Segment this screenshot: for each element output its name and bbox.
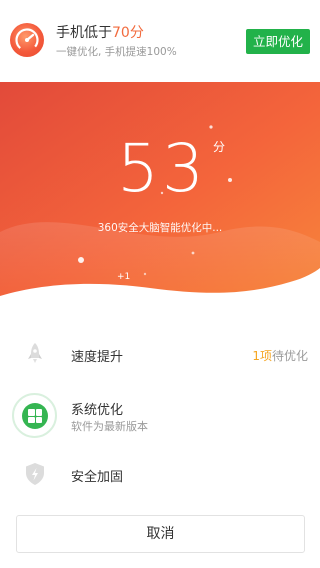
score-value: 53: [117, 130, 207, 207]
list-item-system-optimize[interactable]: 系统优化 软件为最新版本: [0, 388, 320, 444]
security-hardening-title: 安全加固: [71, 470, 124, 485]
optimizing-status: 360安全大脑智能优化中...: [97, 222, 223, 234]
header-bar: 手机低于70分 一键优化, 手机提速100% 立即优化: [0, 0, 320, 82]
speed-boost-pending: 1项待优化: [252, 347, 308, 364]
pending-label: 待优化: [271, 349, 308, 363]
title-prefix: 手机低于: [56, 25, 112, 41]
header-subtitle: 一键优化, 手机提速100%: [56, 46, 177, 58]
speed-boost-title: 速度提升: [71, 350, 124, 365]
system-optimize-subtitle: 软件为最新版本: [71, 420, 148, 433]
shield-lightning-icon: [22, 461, 48, 487]
increment-badge: +1: [117, 272, 131, 282]
list-item-security-hardening[interactable]: 安全加固: [0, 446, 320, 502]
pending-count: 1项: [252, 349, 272, 363]
list-item-speed-boost[interactable]: 速度提升 1项待优化: [0, 326, 320, 382]
score-hero: 53 分 360安全大脑智能优化中... +1: [0, 82, 320, 302]
cancel-button[interactable]: 取消: [16, 515, 305, 553]
header-title: 手机低于70分: [56, 22, 144, 42]
score-unit: 分: [213, 140, 226, 154]
system-optimize-title: 系统优化: [71, 403, 124, 418]
rocket-icon: [22, 340, 48, 366]
optimize-now-button[interactable]: 立即优化: [246, 29, 310, 54]
title-score: 70分: [112, 25, 144, 41]
speedometer-icon: [10, 23, 44, 57]
